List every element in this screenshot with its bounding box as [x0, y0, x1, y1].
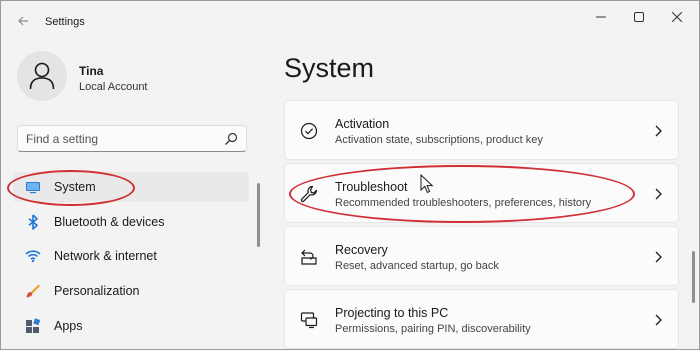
close-icon	[672, 12, 682, 22]
maximize-icon	[634, 12, 644, 22]
system-display-icon	[26, 182, 40, 194]
bluetooth-icon	[28, 214, 38, 230]
card-description: Activation state, subscriptions, product…	[335, 134, 543, 146]
chevron-right-icon	[655, 314, 662, 326]
wrench-icon	[300, 185, 317, 203]
close-button[interactable]	[659, 7, 695, 27]
sidebar-item-label: Personalization	[54, 284, 140, 298]
check-circle-icon	[300, 122, 318, 140]
card-activation[interactable]: Activation Activation state, subscriptio…	[284, 100, 679, 160]
sidebar-item-personalization[interactable]: Personalization	[13, 276, 249, 306]
account-type: Local Account	[79, 81, 148, 93]
sidebar-item-label: Network & internet	[54, 249, 157, 263]
sidebar-item-label: Bluetooth & devices	[54, 215, 165, 229]
back-button[interactable]	[13, 11, 33, 31]
settings-window: Settings Tina Local Account Find a setti…	[0, 0, 700, 350]
recovery-icon	[301, 249, 317, 265]
chevron-right-icon	[655, 188, 662, 200]
card-recovery[interactable]: Recovery Reset, advanced startup, go bac…	[284, 226, 679, 286]
card-title: Projecting to this PC	[335, 306, 449, 320]
search-box[interactable]	[17, 125, 247, 152]
main-scrollbar[interactable]	[692, 251, 695, 303]
title-bar: Settings	[1, 1, 699, 41]
card-description: Permissions, pairing PIN, discoverabilit…	[335, 323, 531, 335]
card-troubleshoot[interactable]: Troubleshoot Recommended troubleshooters…	[284, 163, 679, 223]
sidebar-item-label: System	[54, 180, 96, 194]
card-description: Recommended troubleshooters, preferences…	[335, 197, 592, 209]
sidebar-item-apps[interactable]: Apps	[13, 311, 249, 341]
user-icon	[29, 62, 55, 90]
back-arrow-icon	[18, 16, 28, 26]
search-icon[interactable]	[224, 132, 238, 146]
card-title: Recovery	[335, 243, 388, 257]
maximize-button[interactable]	[621, 7, 657, 27]
search-input[interactable]	[26, 130, 216, 148]
sidebar-scrollbar[interactable]	[257, 183, 260, 247]
card-projecting[interactable]: Projecting to this PC Permissions, pairi…	[284, 289, 679, 349]
chevron-right-icon	[655, 251, 662, 263]
chevron-right-icon	[655, 125, 662, 137]
mouse-cursor-icon	[420, 174, 434, 194]
brush-icon	[26, 284, 40, 298]
sidebar-item-system[interactable]: System	[13, 172, 249, 202]
apps-icon	[26, 318, 41, 333]
app-title: Settings	[45, 16, 85, 28]
projecting-icon	[300, 312, 318, 329]
minimize-button[interactable]	[583, 7, 619, 27]
minimize-icon	[596, 16, 606, 18]
sidebar-item-network[interactable]: Network & internet	[13, 241, 249, 271]
card-title: Activation	[335, 117, 390, 131]
sidebar-item-label: Apps	[54, 319, 83, 333]
card-description: Reset, advanced startup, go back	[335, 260, 499, 272]
sidebar-item-bluetooth[interactable]: Bluetooth & devices	[13, 207, 249, 237]
avatar[interactable]	[17, 51, 67, 101]
page-title: System	[284, 53, 375, 83]
wifi-icon	[25, 250, 41, 263]
card-title: Troubleshoot	[335, 180, 408, 194]
profile-name: Tina	[79, 64, 104, 78]
